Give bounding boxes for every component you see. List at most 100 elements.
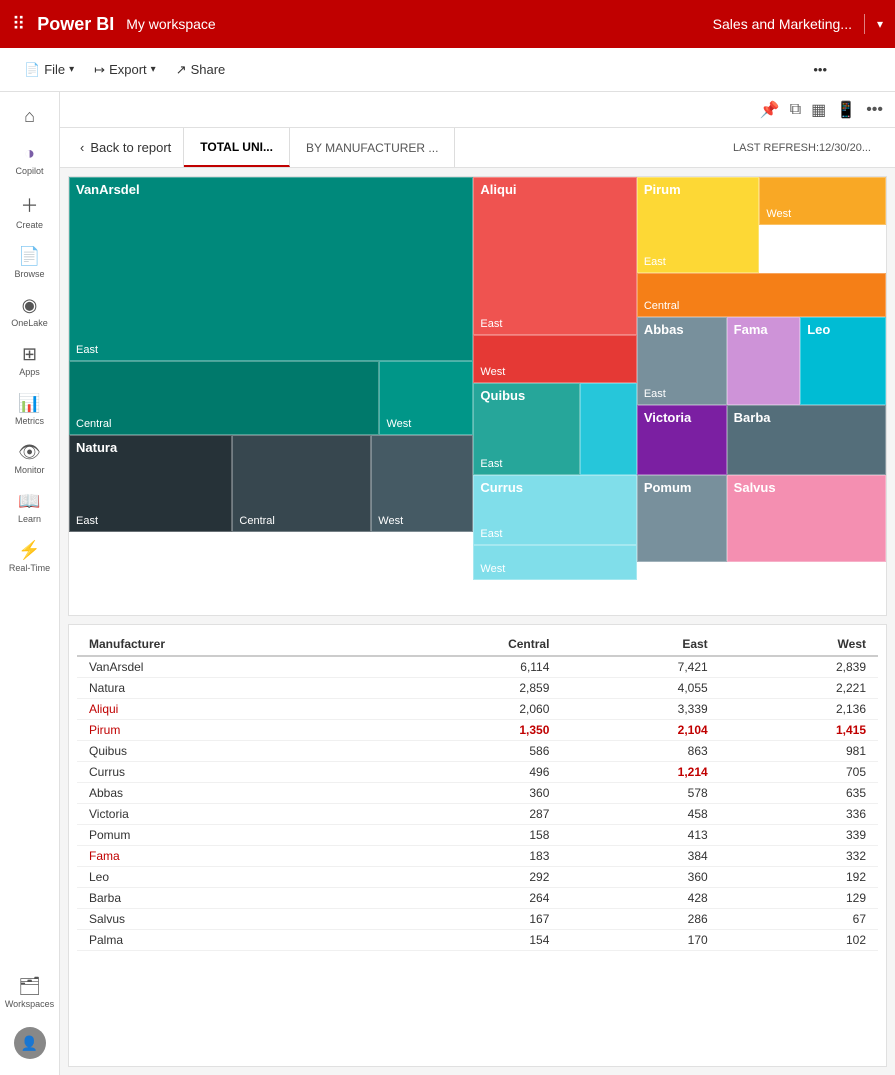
tab-by-manufacturer[interactable]: BY MANUFACTURER ... xyxy=(290,128,455,167)
cell-east: 413 xyxy=(561,825,719,846)
more-button[interactable]: ••• xyxy=(805,58,835,81)
sidebar-item-monitor[interactable]: 👁 Monitor xyxy=(4,436,56,481)
sidebar-item-copilot[interactable]: ◑ Copilot xyxy=(4,137,56,182)
table-row[interactable]: Quibus586863981 xyxy=(77,741,878,762)
treemap-cell[interactable]: Central xyxy=(69,361,379,435)
table-row[interactable]: Currus4961,214705 xyxy=(77,762,878,783)
cell-west: 2,839 xyxy=(720,656,878,678)
cell-manufacturer: Aliqui xyxy=(77,699,370,720)
table-row[interactable]: Abbas360578635 xyxy=(77,783,878,804)
table-row[interactable]: Leo292360192 xyxy=(77,867,878,888)
treemap-cell[interactable]: PirumEast xyxy=(637,177,760,273)
table-row[interactable]: Pomum158413339 xyxy=(77,825,878,846)
treemap-cell[interactable]: Barba xyxy=(727,405,886,475)
content-area: 📌 ⧉ ▦ 📱 ••• ‹ Back to report TOTAL UNI..… xyxy=(60,92,895,1075)
sidebar-item-create[interactable]: ＋ Create xyxy=(4,186,56,236)
export-icon: ↦ xyxy=(94,62,105,78)
cell-manufacturer: Currus xyxy=(77,762,370,783)
table-row[interactable]: VanArsdel6,1147,4212,839 xyxy=(77,656,878,678)
treemap-cell[interactable]: Leo xyxy=(800,317,886,405)
sidebar-label-create: Create xyxy=(16,220,43,230)
cell-central: 496 xyxy=(370,762,561,783)
export-dropdown-icon: ▾ xyxy=(151,64,156,75)
sidebar-item-realtime[interactable]: ⚡ Real-Time xyxy=(4,534,56,579)
treemap-cell[interactable]: VanArsdelEast xyxy=(69,177,473,361)
treemap-cell[interactable]: AliquiEast xyxy=(473,177,636,335)
filter-icon[interactable]: ▦ xyxy=(811,100,826,120)
treemap-cell[interactable]: Pomum xyxy=(637,475,727,563)
tab-bar: ‹ Back to report TOTAL UNI... BY MANUFAC… xyxy=(60,128,895,168)
table-row[interactable]: Fama183384332 xyxy=(77,846,878,867)
treemap-cell[interactable]: West xyxy=(371,435,473,531)
cell-west: 332 xyxy=(720,846,878,867)
treemap-cell[interactable]: QuibusEast xyxy=(473,383,579,475)
treemap-cell[interactable] xyxy=(580,383,637,475)
treemap-cell[interactable]: West xyxy=(759,177,886,225)
back-to-report-button[interactable]: ‹ Back to report xyxy=(68,128,184,167)
treemap-cell[interactable]: CurrusEast xyxy=(473,475,636,545)
treemap-cell-label: Pomum xyxy=(644,480,720,496)
cell-east: 3,339 xyxy=(561,699,719,720)
cell-west: 336 xyxy=(720,804,878,825)
pin-icon[interactable]: 📌 xyxy=(760,100,780,120)
sidebar-item-home[interactable]: ⌂ xyxy=(4,100,56,133)
phone-icon[interactable]: 📱 xyxy=(836,100,856,120)
treemap-cell[interactable]: Central xyxy=(232,435,371,531)
sidebar-item-apps[interactable]: ⊞ Apps xyxy=(4,338,56,383)
back-label: Back to report xyxy=(90,140,171,155)
cell-east: 170 xyxy=(561,930,719,951)
sidebar-item-workspaces[interactable]: 🗂 Workspaces xyxy=(4,970,56,1015)
sidebar-item-metrics[interactable]: 📊 Metrics xyxy=(4,387,56,432)
sidebar-item-learn[interactable]: 📖 Learn xyxy=(4,485,56,530)
treemap-cell[interactable]: Central xyxy=(637,273,886,317)
treemap-cell[interactable]: NaturaEast xyxy=(69,435,232,531)
sidebar-item-browse[interactable]: 📄 Browse xyxy=(4,240,56,285)
cell-west: 192 xyxy=(720,867,878,888)
cell-manufacturer: Fama xyxy=(77,846,370,867)
sidebar-item-onelake[interactable]: ◉ OneLake xyxy=(4,289,56,334)
cell-manufacturer: Pirum xyxy=(77,720,370,741)
treemap-cell[interactable]: Salvus xyxy=(727,475,886,563)
table-row[interactable]: Natura2,8594,0552,221 xyxy=(77,678,878,699)
file-button[interactable]: 📄 File ▾ xyxy=(16,58,82,82)
monitor-icon: 👁 xyxy=(18,442,41,463)
treemap-cell-sublabel: West xyxy=(766,208,879,220)
treemap-cell[interactable]: Fama xyxy=(727,317,801,405)
export-button[interactable]: ↦ Export ▾ xyxy=(86,58,164,82)
table-row[interactable]: Barba264428129 xyxy=(77,888,878,909)
cell-west: 2,136 xyxy=(720,699,878,720)
table-row[interactable]: Aliqui2,0603,3392,136 xyxy=(77,699,878,720)
tab-total-units[interactable]: TOTAL UNI... xyxy=(184,128,290,167)
brand-logo: Power BI xyxy=(37,14,114,35)
cell-west: 129 xyxy=(720,888,878,909)
table-row[interactable]: Salvus16728667 xyxy=(77,909,878,930)
more-options-icon[interactable]: ••• xyxy=(866,101,883,119)
treemap-container[interactable]: VanArsdelEastCentralWestNaturaEastCentra… xyxy=(68,176,887,616)
treemap-cell[interactable]: Victoria xyxy=(637,405,727,475)
cell-west: 2,221 xyxy=(720,678,878,699)
main-layout: ⌂ ◑ Copilot ＋ Create 📄 Browse ◉ OneLake … xyxy=(0,92,895,1075)
apps-icon[interactable]: ⠿ xyxy=(12,14,25,35)
share-button[interactable]: ↗ Share xyxy=(168,58,234,82)
table-row[interactable]: Pirum1,3502,1041,415 xyxy=(77,720,878,741)
workspace-label[interactable]: My workspace xyxy=(126,16,215,32)
treemap-cell-sublabel: Central xyxy=(239,515,364,527)
copy-icon[interactable]: ⧉ xyxy=(790,101,801,119)
table-row[interactable]: Palma154170102 xyxy=(77,930,878,951)
treemap-cell-sublabel: East xyxy=(644,256,753,268)
report-dropdown-icon[interactable]: ▾ xyxy=(877,17,883,31)
cell-east: 428 xyxy=(561,888,719,909)
table-row[interactable]: Victoria287458336 xyxy=(77,804,878,825)
sidebar: ⌂ ◑ Copilot ＋ Create 📄 Browse ◉ OneLake … xyxy=(0,92,60,1075)
home-icon: ⌂ xyxy=(24,106,35,127)
avatar[interactable]: 👤 xyxy=(14,1027,46,1059)
treemap-cell[interactable]: West xyxy=(473,545,636,580)
treemap-cell[interactable]: AbbasEast xyxy=(637,317,727,405)
sidebar-label-onelake: OneLake xyxy=(11,318,48,328)
treemap-cell[interactable]: West xyxy=(473,335,636,383)
sidebar-label-workspaces: Workspaces xyxy=(5,999,54,1009)
treemap-cell-label: Leo xyxy=(807,322,879,338)
last-refresh-label: LAST REFRESH:12/30/20... xyxy=(717,128,887,167)
cell-west: 981 xyxy=(720,741,878,762)
treemap-cell[interactable]: West xyxy=(379,361,473,435)
